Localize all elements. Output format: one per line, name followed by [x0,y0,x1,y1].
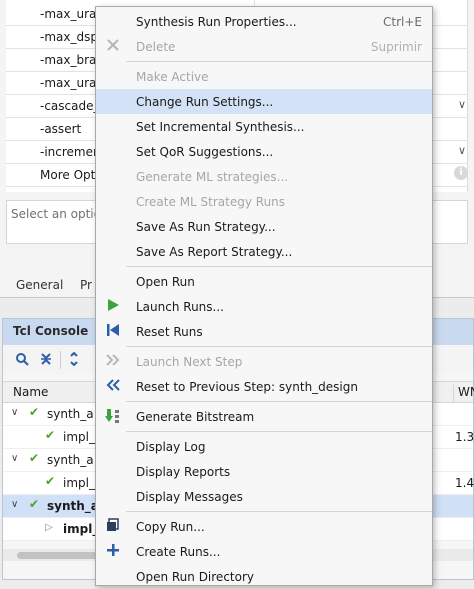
chevron-down-icon[interactable]: ∨ [11,453,18,464]
tab-general[interactable]: General [16,278,63,292]
menu-item-copy-run[interactable]: Copy Run... [96,514,432,539]
menu-item-label: Open Run Directory [136,570,254,584]
menu-item-create-ml-strategy-runs[interactable]: Create ML Strategy Runs [96,189,432,214]
plus-icon [104,543,122,561]
check-icon: ✔ [29,405,40,419]
property-label: -max_dsp [40,30,98,44]
menu-item-generate-ml-strategies[interactable]: Generate ML strategies... [96,164,432,189]
run-name: synth_a [47,499,99,513]
menu-separator [126,266,432,267]
property-label: -max_ura [40,7,97,21]
play-icon [104,298,122,316]
description-placeholder: Select an optio [11,207,101,221]
menu-item-display-log[interactable]: Display Log [96,434,432,459]
menu-item-label: Reset to Previous Step: synth_design [136,380,358,394]
pending-triangle-icon: ▷ [45,522,53,533]
column-name[interactable]: Name [13,385,48,399]
menu-item-label: Create Runs... [136,545,221,559]
menu-item-save-as-report-strategy[interactable]: Save As Report Strategy... [96,239,432,264]
menu-item-reset-runs[interactable]: Reset Runs [96,319,432,344]
chevron-down-icon[interactable]: ∨ [11,407,18,418]
fast-forward-icon [104,353,122,371]
menu-item-label: Display Log [136,440,206,454]
menu-item-label: Reset Runs [136,325,203,339]
menu-item-shortcut: Ctrl+E [383,15,422,29]
menu-item-shortcut: Suprimir [370,40,422,54]
menu-separator [126,346,432,347]
chevron-down-icon[interactable]: ∨ [11,499,18,510]
property-label: -max_bra [40,53,97,67]
menu-item-delete[interactable]: Delete Suprimir [96,34,432,59]
menu-item-label: Save As Report Strategy... [136,245,293,259]
check-icon: ✔ [29,451,40,465]
tab-properties[interactable]: Pr [80,278,92,292]
info-icon[interactable]: i [454,166,468,180]
run-name: impl_ [63,430,95,444]
run-context-menu: Synthesis Run Properties... Ctrl+E Delete S… [95,6,433,586]
menu-item-label: Make Active [136,70,209,84]
console-title: Tcl Console [13,324,89,338]
menu-item-label: Set QoR Suggestions... [136,145,274,159]
menu-item-label: Create ML Strategy Runs [136,195,286,209]
menu-item-make-active[interactable]: Make Active [96,64,432,89]
copy-icon [104,518,122,536]
run-name: impl_ [63,522,99,536]
check-icon: ✔ [45,474,56,488]
menu-item-set-incremental-synthesis[interactable]: Set Incremental Synthesis... [96,114,432,139]
menu-item-label: Display Reports [136,465,231,479]
menu-item-display-reports[interactable]: Display Reports [96,459,432,484]
menu-item-launch-runs[interactable]: Launch Runs... [96,294,432,319]
menu-item-generate-bitstream[interactable]: Generate Bitstream [96,404,432,429]
bitstream-icon [104,408,122,426]
menu-item-label: Change Run Settings... [136,95,274,109]
reset-icon [104,323,122,341]
menu-item-label: Set Incremental Synthesis... [136,120,305,134]
close-icon [104,38,122,56]
run-wns: 1.45 [455,476,474,490]
menu-item-launch-next-step[interactable]: Launch Next Step [96,349,432,374]
menu-item-label: Open Run [136,275,195,289]
menu-item-label: Display Messages [136,490,243,504]
check-icon: ✔ [29,497,40,511]
run-name: synth_a [47,453,94,467]
menu-separator [126,401,432,402]
menu-item-label: Delete [136,40,176,54]
menu-item-open-run-directory[interactable]: Open Run Directory [96,564,432,589]
menu-item-change-run-settings[interactable]: Change Run Settings... [96,89,432,114]
menu-item-label: Launch Runs... [136,300,224,314]
menu-item-open-run[interactable]: Open Run [96,269,432,294]
menu-separator [126,511,432,512]
menu-separator [126,61,432,62]
property-label: -incremer [40,145,98,159]
chevron-down-icon[interactable]: ∨ [458,98,466,111]
check-icon: ✔ [45,428,56,442]
run-name: impl_ [63,476,95,490]
run-wns: 1.31 [455,430,474,444]
property-label: -assert [40,122,82,136]
toolbar-separator [60,351,61,369]
menu-item-create-runs[interactable]: Create Runs... [96,539,432,564]
property-label: More Opti [40,168,99,182]
menu-item-label: Generate Bitstream [136,410,255,424]
column-wns[interactable]: WN [453,385,474,405]
property-label: -cascade_ [40,99,100,113]
search-icon[interactable] [13,352,31,368]
menu-item-label: Launch Next Step [136,355,243,369]
expand-all-icon[interactable] [65,351,83,368]
menu-item-label: Synthesis Run Properties... [136,15,297,29]
run-name: synth_a [47,407,94,421]
menu-item-set-qor-suggestions[interactable]: Set QoR Suggestions... [96,139,432,164]
menu-item-display-messages[interactable]: Display Messages [96,484,432,509]
collapse-all-icon[interactable] [37,352,55,368]
menu-item-label: Save As Run Strategy... [136,220,276,234]
property-label: -max_ura [40,76,97,90]
menu-separator [126,431,432,432]
rewind-icon [104,378,122,396]
menu-item-reset-to-previous-step-synth-design[interactable]: Reset to Previous Step: synth_design [96,374,432,399]
menu-item-synthesis-run-properties[interactable]: Synthesis Run Properties... Ctrl+E [96,9,432,34]
menu-item-label: Generate ML strategies... [136,170,289,184]
menu-item-save-as-run-strategy[interactable]: Save As Run Strategy... [96,214,432,239]
menu-item-label: Copy Run... [136,520,205,534]
chevron-down-icon[interactable]: ∨ [458,144,466,157]
